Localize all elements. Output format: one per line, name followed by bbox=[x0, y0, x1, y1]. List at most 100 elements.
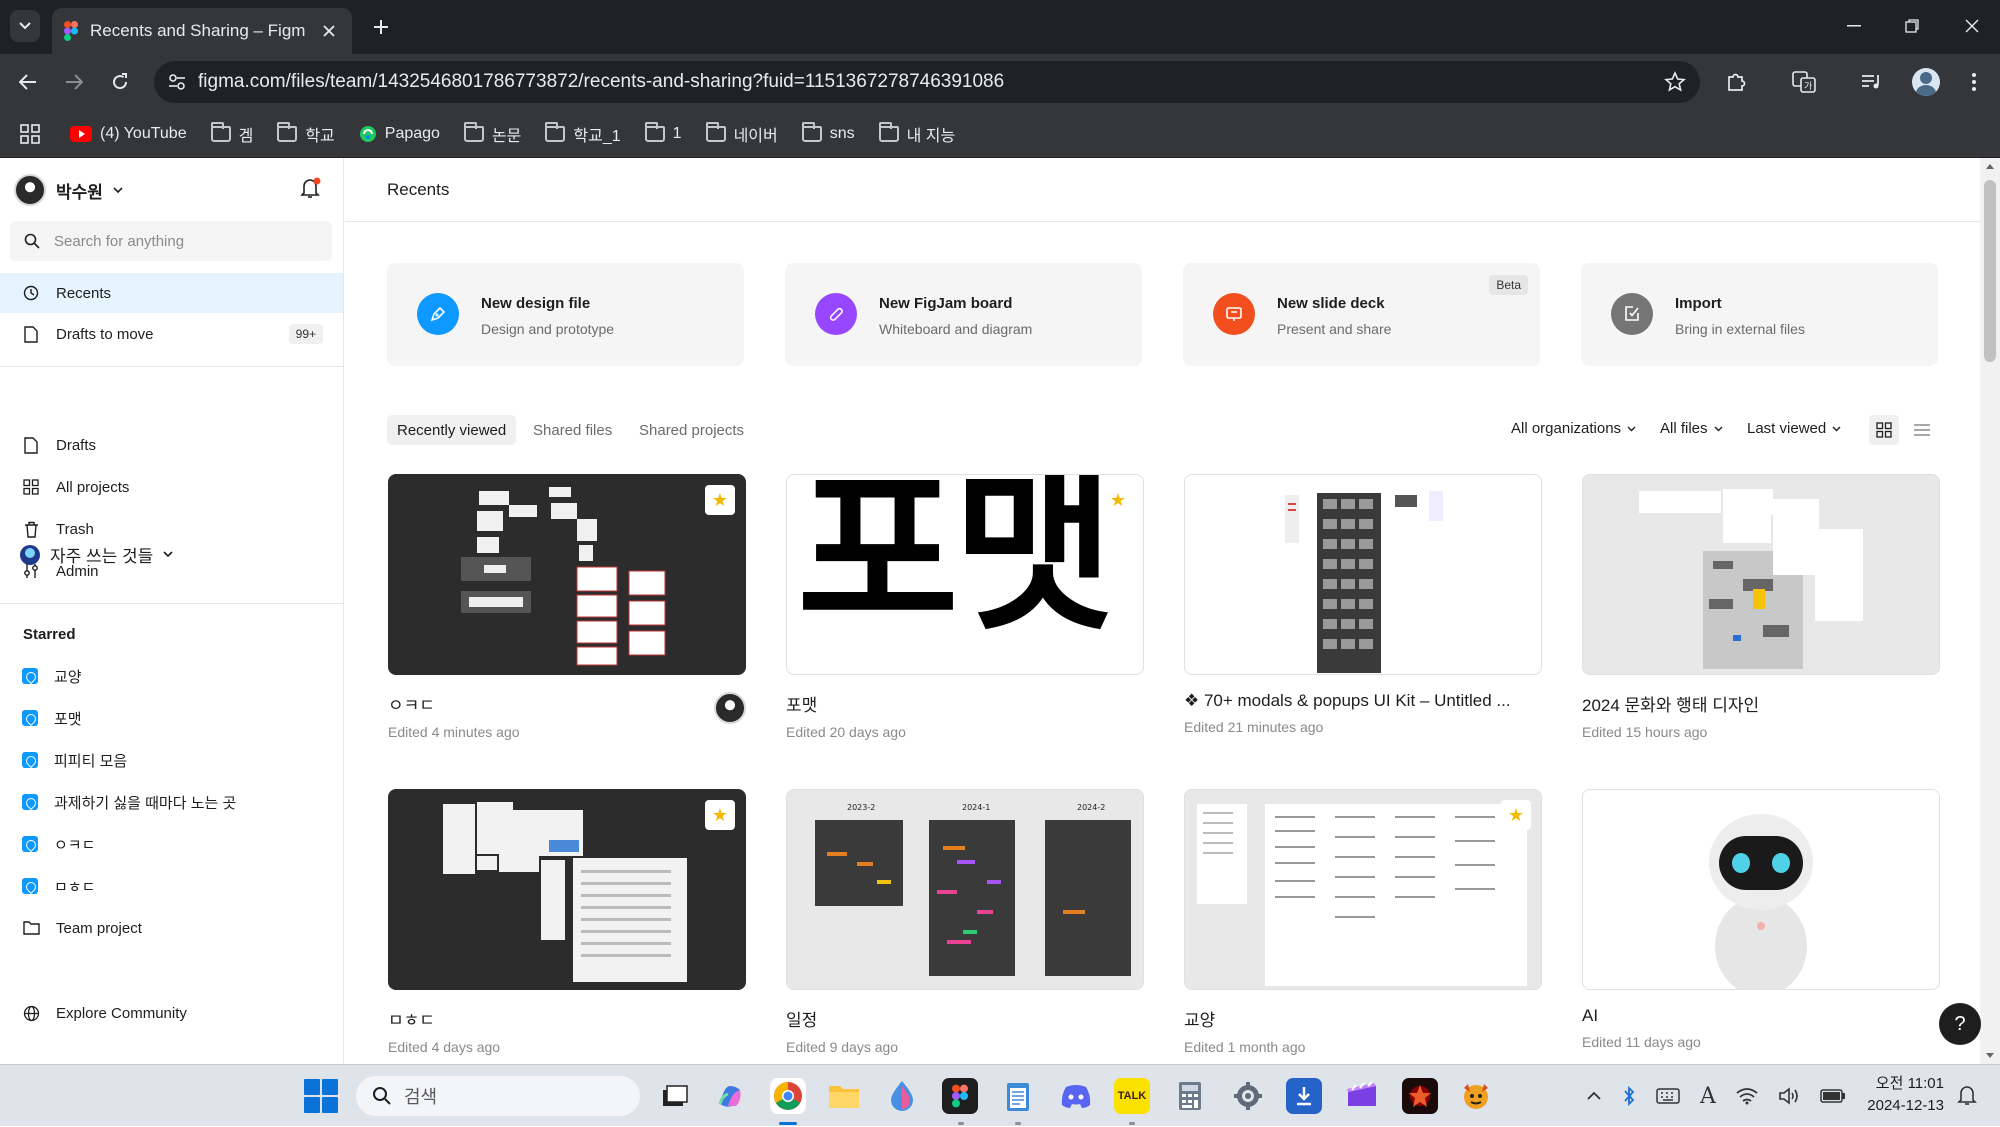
chrome-icon[interactable] bbox=[770, 1078, 806, 1114]
bookmark-papago[interactable]: Papago bbox=[359, 125, 440, 143]
star-icon[interactable]: ★ bbox=[705, 800, 735, 830]
reload-button[interactable] bbox=[102, 64, 138, 100]
browser-menu-button[interactable] bbox=[1956, 64, 1992, 100]
tab-shared-files[interactable]: Shared files bbox=[523, 415, 622, 445]
figma-app-icon[interactable] bbox=[942, 1078, 978, 1114]
battery-icon[interactable] bbox=[1820, 1088, 1846, 1104]
tab-shared-projects[interactable]: Shared projects bbox=[629, 415, 754, 445]
file-card[interactable]: ★ ㅁㅎㄷ Edited 4 days ago bbox=[388, 789, 746, 1055]
explore-community-link[interactable]: Explore Community bbox=[0, 993, 343, 1033]
scrollbar[interactable] bbox=[1980, 158, 2000, 1064]
star-icon[interactable]: ★ bbox=[1103, 485, 1133, 515]
apps-grid-icon[interactable] bbox=[20, 123, 40, 144]
new-slide-deck-button[interactable]: New slide deck Present and share Beta bbox=[1183, 263, 1540, 366]
star-icon[interactable]: ★ bbox=[1501, 800, 1531, 830]
translate-button[interactable]: 가 bbox=[1786, 64, 1822, 100]
sidebar-item-drafts[interactable]: Drafts bbox=[0, 425, 343, 465]
browser-drop-icon[interactable] bbox=[884, 1078, 920, 1114]
starred-item[interactable]: ㅁㅎㄷ bbox=[0, 866, 343, 906]
tab-search-button[interactable] bbox=[10, 10, 40, 42]
extensions-button[interactable] bbox=[1718, 64, 1754, 100]
starred-item-team-project[interactable]: Team project bbox=[0, 908, 343, 948]
organizations-dropdown[interactable]: All organizations bbox=[1511, 420, 1636, 437]
bookmark-folder[interactable]: 내 지능 bbox=[878, 121, 955, 146]
kakaotalk-icon[interactable]: TALK bbox=[1114, 1078, 1150, 1114]
bookmark-folder[interactable]: sns bbox=[801, 121, 855, 143]
chevron-up-icon[interactable] bbox=[1586, 1091, 1602, 1101]
forward-button[interactable] bbox=[56, 64, 92, 100]
starred-item[interactable]: 과제하기 싫을 때마다 노는 곳 bbox=[0, 782, 343, 822]
sidebar-item-admin[interactable]: Admin bbox=[0, 551, 343, 591]
file-card[interactable]: AI Edited 11 days ago bbox=[1582, 789, 1940, 1050]
taskbar-search[interactable]: 검색 bbox=[356, 1076, 640, 1116]
restore-button[interactable] bbox=[1892, 10, 1932, 42]
bookmark-folder[interactable]: 1 bbox=[644, 121, 682, 143]
bookmark-folder[interactable]: 학교 bbox=[277, 121, 335, 146]
file-card[interactable]: ❖ 70+ modals & popups UI Kit – Untitled … bbox=[1184, 474, 1542, 735]
bookmark-folder[interactable]: 학교_1 bbox=[545, 121, 621, 146]
account-switcher[interactable]: 박수원 bbox=[14, 170, 123, 210]
wifi-icon[interactable] bbox=[1736, 1087, 1758, 1105]
starred-item[interactable]: 포맷 bbox=[0, 698, 343, 738]
search-field[interactable] bbox=[10, 221, 332, 261]
bookmark-youtube[interactable]: (4) YouTube bbox=[70, 125, 187, 143]
bookmark-folder[interactable]: 겜 bbox=[210, 121, 253, 146]
notepad-icon[interactable] bbox=[1000, 1078, 1036, 1114]
sidebar-item-recents[interactable]: Recents bbox=[0, 273, 343, 313]
copilot-icon[interactable] bbox=[712, 1078, 748, 1114]
grid-view-button[interactable] bbox=[1869, 415, 1899, 445]
game-icon[interactable] bbox=[1402, 1078, 1438, 1114]
scrollbar-thumb[interactable] bbox=[1984, 180, 1996, 362]
new-figjam-board-button[interactable]: New FigJam board Whiteboard and diagram bbox=[785, 263, 1142, 366]
discord-icon[interactable] bbox=[1058, 1078, 1094, 1114]
list-view-button[interactable] bbox=[1907, 415, 1937, 445]
back-button[interactable] bbox=[10, 64, 46, 100]
star-icon[interactable]: ★ bbox=[705, 485, 735, 515]
profile-button[interactable] bbox=[1908, 64, 1944, 100]
new-design-file-button[interactable]: New design file Design and prototype bbox=[387, 263, 744, 366]
sort-dropdown[interactable]: Last viewed bbox=[1747, 420, 1841, 437]
file-card[interactable]: ★ 교양 Edited 1 month ago bbox=[1184, 789, 1542, 1055]
tab-close-button[interactable] bbox=[318, 20, 340, 42]
window-close-button[interactable] bbox=[1952, 10, 1992, 42]
scroll-up-arrow-icon[interactable] bbox=[1986, 164, 1994, 169]
notifications-button[interactable] bbox=[298, 176, 324, 202]
notification-bell-icon[interactable] bbox=[1956, 1083, 1980, 1107]
import-button[interactable]: Import Bring in external files bbox=[1581, 263, 1938, 366]
new-tab-button[interactable] bbox=[366, 12, 396, 42]
address-bar[interactable]: figma.com/files/team/1432546801786773872… bbox=[154, 61, 1700, 103]
ime-indicator[interactable]: A bbox=[1700, 1084, 1716, 1109]
file-card[interactable]: ★ ㅇㅋㄷ Edited 4 minutes ago bbox=[388, 474, 746, 740]
start-button[interactable] bbox=[304, 1079, 338, 1113]
keyboard-icon[interactable] bbox=[1656, 1088, 1680, 1104]
calculator-icon[interactable] bbox=[1172, 1078, 1208, 1114]
settings-icon[interactable] bbox=[1230, 1078, 1266, 1114]
starred-item[interactable]: 교양 bbox=[0, 656, 343, 696]
starred-item[interactable]: ㅇㅋㄷ bbox=[0, 824, 343, 864]
help-button[interactable]: ? bbox=[1939, 1003, 1981, 1045]
bookmark-star-icon[interactable] bbox=[1664, 71, 1686, 93]
bookmark-folder[interactable]: 네이버 bbox=[705, 121, 778, 146]
task-view-icon[interactable] bbox=[656, 1078, 692, 1114]
installer-icon[interactable] bbox=[1286, 1078, 1322, 1114]
browser-tab-active[interactable]: Recents and Sharing – Figma bbox=[52, 8, 352, 54]
search-input[interactable] bbox=[54, 232, 294, 250]
sidebar-item-all-projects[interactable]: All projects bbox=[0, 467, 343, 507]
bluetooth-icon[interactable] bbox=[1622, 1085, 1636, 1107]
starred-item[interactable]: 피피티 모음 bbox=[0, 740, 343, 780]
file-card[interactable]: 2023-2 2024-1 2024-2 일정 Edited 9 days ag… bbox=[786, 789, 1144, 1055]
file-explorer-icon[interactable] bbox=[826, 1078, 862, 1114]
file-card[interactable]: 2024 문화와 행태 디자인 Edited 15 hours ago bbox=[1582, 474, 1940, 740]
tab-recently-viewed[interactable]: Recently viewed bbox=[387, 415, 517, 445]
minimize-button[interactable] bbox=[1834, 10, 1874, 42]
volume-icon[interactable] bbox=[1778, 1086, 1800, 1106]
file-card[interactable]: 포맷 ★ 포맷 Edited 20 days ago bbox=[786, 474, 1144, 740]
media-controls-button[interactable] bbox=[1854, 64, 1890, 100]
sidebar-item-drafts-to-move[interactable]: Drafts to move 99+ bbox=[0, 314, 343, 354]
bookmark-folder[interactable]: 논문 bbox=[463, 121, 521, 146]
clipchamp-icon[interactable] bbox=[1344, 1078, 1380, 1114]
clock[interactable]: 오전 11:01 2024-12-13 bbox=[1854, 1073, 1944, 1117]
files-dropdown[interactable]: All files bbox=[1660, 420, 1723, 437]
game-2-icon[interactable] bbox=[1458, 1078, 1494, 1114]
scroll-down-arrow-icon[interactable] bbox=[1986, 1053, 1994, 1058]
